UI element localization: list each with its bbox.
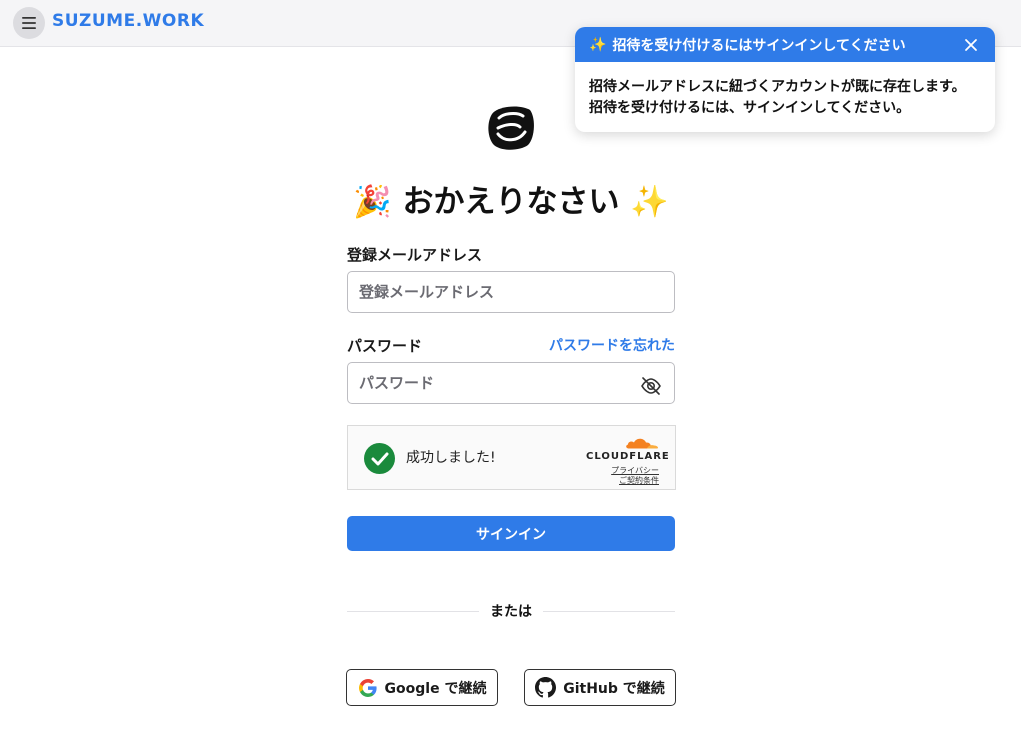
github-signin-button[interactable]: GitHub で継続 <box>524 669 676 706</box>
captcha-terms-link[interactable]: ご契約条件 <box>619 475 659 486</box>
google-signin-button[interactable]: Google で継続 <box>346 669 498 706</box>
brand-logo-text[interactable]: SUZUME.WORK <box>52 11 204 31</box>
toast-title: 招待を受け付けるにはサインインしてください <box>612 37 906 54</box>
password-field[interactable] <box>347 362 675 404</box>
eye-slash-icon[interactable] <box>640 376 662 396</box>
password-label: パスワード <box>347 337 423 355</box>
close-icon[interactable] <box>963 37 979 53</box>
email-label: 登録メールアドレス <box>347 246 483 264</box>
github-logo-icon <box>535 677 557 698</box>
divider-line-left <box>347 611 479 612</box>
success-check-icon <box>364 443 395 474</box>
divider-or-text: または <box>490 604 532 620</box>
suzume-logo-icon <box>488 106 534 150</box>
toast-message-line2: 招待を受け付けるには、サインインしてください。 <box>589 100 911 116</box>
party-popper-icon: 🎉 <box>353 184 392 220</box>
toast-message: 招待メールアドレスに紐づくアカウントが既に存在します。 招待を受け付けるには、サ… <box>575 62 995 119</box>
cloudflare-cloud-icon <box>626 438 658 449</box>
forgot-password-link[interactable]: パスワードを忘れた <box>549 335 675 355</box>
divider-line-right <box>543 611 675 612</box>
hamburger-menu-icon <box>22 17 36 29</box>
github-signin-label: GitHub で継続 <box>563 680 665 697</box>
signin-button[interactable]: サインイン <box>347 516 675 551</box>
sparkles-icon: ✨ <box>589 36 607 53</box>
welcome-text: おかえりなさい <box>402 184 620 220</box>
invite-toast: ✨ 招待を受け付けるにはサインインしてください 招待メールアドレスに紐づくアカウ… <box>575 27 995 132</box>
captcha-status: 成功しました! <box>406 450 496 466</box>
cloudflare-turnstile-widget[interactable]: 成功しました! CLOUDFLARE プライバシー ご契約条件 <box>347 425 676 490</box>
menu-button[interactable] <box>13 7 45 39</box>
email-field[interactable] <box>347 271 675 313</box>
toast-header: ✨ 招待を受け付けるにはサインインしてください <box>575 27 995 62</box>
google-logo-icon <box>358 678 377 697</box>
google-signin-label: Google で継続 <box>384 680 487 697</box>
sparkles-icon: ✨ <box>630 184 669 220</box>
welcome-heading: 🎉 おかえりなさい ✨ <box>347 176 675 221</box>
cloudflare-wordmark: CLOUDFLARE <box>586 451 670 462</box>
toast-message-line1: 招待メールアドレスに紐づくアカウントが既に存在します。 <box>589 79 966 95</box>
